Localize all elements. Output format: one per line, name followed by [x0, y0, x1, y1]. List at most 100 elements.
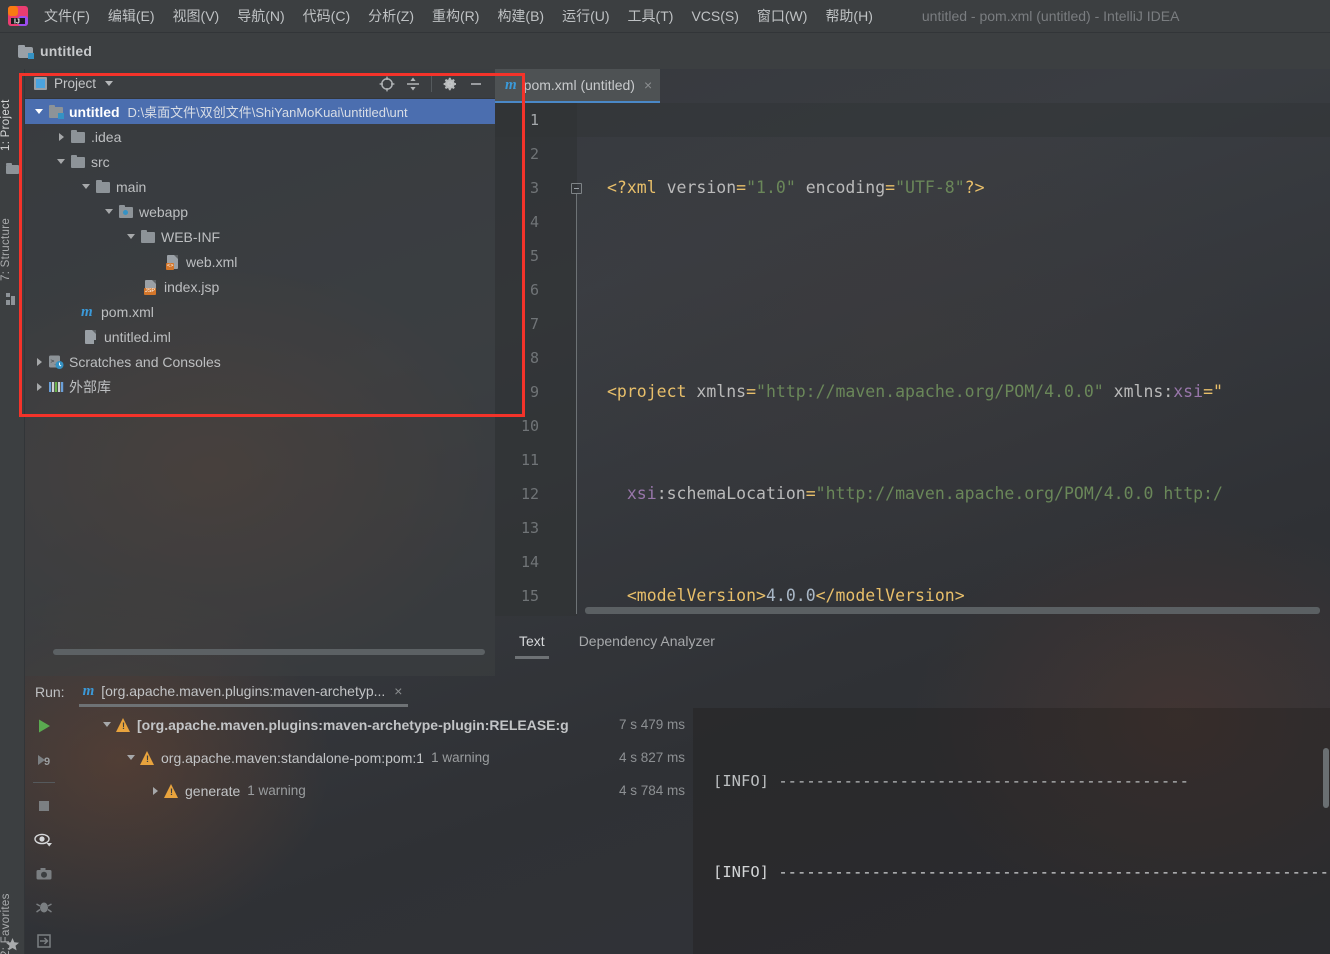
bug-icon[interactable] [31, 895, 57, 921]
console-line-partial: [INFO] ---------------------------------… [713, 775, 1330, 789]
chevron-down-icon[interactable] [105, 81, 113, 86]
project-panel-header: Project [25, 69, 495, 99]
breadcrumb[interactable]: untitled [40, 43, 92, 59]
collapse-all-icon[interactable] [400, 71, 426, 97]
tree-row-untitled[interactable]: untitled D:\桌面文件\双创文件\ShiYanMoKuai\untit… [25, 99, 495, 124]
toolbar-separator [431, 76, 432, 92]
editor-tab-bar: m pom.xml (untitled) × [495, 69, 1330, 103]
gear-icon[interactable] [437, 71, 463, 97]
menu-item-help[interactable]: 帮助(H) [816, 3, 881, 29]
chevron-down-icon[interactable] [125, 751, 138, 764]
menu-item-analyze[interactable]: 分析(Z) [359, 3, 423, 29]
run-tree-row-standalone-pom[interactable]: org.apache.maven:standalone-pom:pom:1 1 … [63, 741, 693, 774]
maven-file-icon: m [80, 304, 96, 320]
console-vertical-scrollbar[interactable] [1323, 748, 1329, 808]
folder-icon [70, 129, 86, 145]
menu-item-build[interactable]: 构建(B) [488, 3, 553, 29]
tree-row-src[interactable]: src [25, 149, 495, 174]
menu-item-edit[interactable]: 编辑(E) [99, 3, 164, 29]
tree-row-web-xml[interactable]: <> web.xml [25, 249, 495, 274]
menu-item-vcs[interactable]: VCS(S) [682, 5, 747, 27]
code-lines[interactable]: <?xml version="1.0" encoding="UTF-8"?> <… [577, 103, 1330, 616]
run-tree-warning-count: 1 warning [431, 750, 490, 765]
chevron-right-icon[interactable] [149, 784, 162, 797]
export-icon[interactable] [31, 928, 57, 954]
run-tab[interactable]: m [org.apache.maven.plugins:maven-archet… [79, 677, 409, 707]
line-number: 12 [499, 477, 539, 511]
tree-label: untitled [69, 104, 120, 120]
run-tree-duration: 4 s 784 ms [619, 783, 693, 798]
project-folder-icon [18, 45, 33, 58]
project-tab-icon [5, 161, 20, 176]
eye-filter-icon[interactable] [31, 827, 57, 853]
run-tab-label: [org.apache.maven.plugins:maven-archetyp… [101, 683, 385, 699]
chevron-right-icon[interactable] [33, 380, 46, 393]
chevron-down-icon[interactable] [80, 180, 93, 193]
tree-row-scratches[interactable]: >_ Scratches and Consoles [25, 349, 495, 374]
run-result-tree[interactable]: [org.apache.maven.plugins:maven-archetyp… [63, 708, 693, 954]
maven-file-icon: m [505, 77, 517, 93]
tab-text[interactable]: Text [513, 629, 551, 653]
line-number-gutter[interactable]: 1 2 3 4 5 6 7 8 9 10 11 12 13 14 15 [495, 103, 577, 616]
rerun-icon[interactable] [31, 713, 57, 739]
chevron-down-icon[interactable] [55, 155, 68, 168]
navigation-bar: untitled [0, 33, 1330, 69]
camera-icon[interactable] [31, 861, 57, 887]
stop-icon[interactable] [31, 793, 57, 819]
line-number: 4 [499, 205, 539, 239]
tree-label: main [116, 179, 146, 195]
menu-item-run[interactable]: 运行(U) [553, 3, 618, 29]
code-line-3: <project xmlns="http://maven.apache.org/… [577, 375, 1330, 409]
structure-tab-icon [5, 291, 20, 306]
chevron-down-icon[interactable] [103, 205, 116, 218]
warning-icon [140, 751, 155, 765]
tree-row-main[interactable]: main [25, 174, 495, 199]
editor-horizontal-scrollbar[interactable] [585, 607, 1320, 614]
sidebar-item-structure[interactable]: 7: Structure [0, 189, 25, 285]
maven-file-icon: m [83, 683, 95, 699]
editor-area: m pom.xml (untitled) × 1 2 3 4 5 6 7 8 9… [495, 69, 1330, 676]
tree-row-pom-xml[interactable]: m pom.xml [25, 299, 495, 324]
menu-item-window[interactable]: 窗口(W) [748, 3, 817, 29]
menu-item-refactor[interactable]: 重构(R) [423, 3, 488, 29]
tree-row-untitled-iml[interactable]: untitled.iml [25, 324, 495, 349]
chevron-down-icon[interactable] [125, 230, 138, 243]
project-horizontal-scrollbar[interactable] [53, 649, 485, 655]
run-tree-row-archetype-plugin[interactable]: [org.apache.maven.plugins:maven-archetyp… [63, 708, 693, 741]
menu-item-code[interactable]: 代码(C) [294, 3, 359, 29]
console-line: [INFO] ---------------------------------… [713, 856, 1330, 890]
tree-row-web-inf[interactable]: WEB-INF [25, 224, 495, 249]
tree-label: web.xml [186, 254, 237, 270]
sidebar-item-project[interactable]: 1: Project [0, 73, 25, 155]
menu-item-tools[interactable]: 工具(T) [619, 3, 683, 29]
run-tree-row-generate[interactable]: generate 1 warning 4 s 784 ms [63, 774, 693, 807]
project-tree[interactable]: untitled D:\桌面文件\双创文件\ShiYanMoKuai\untit… [25, 99, 495, 660]
tree-row-webapp[interactable]: webapp [25, 199, 495, 224]
run-tree-duration: 7 s 479 ms [619, 717, 693, 732]
console-output[interactable]: [INFO] ---------------------------------… [693, 708, 1330, 954]
chevron-down-icon[interactable] [33, 105, 46, 118]
menu-item-view[interactable]: 视图(V) [164, 3, 229, 29]
tree-row-index-jsp[interactable]: JSP index.jsp [25, 274, 495, 299]
close-icon[interactable]: × [394, 683, 402, 699]
chevron-down-icon[interactable] [101, 718, 114, 731]
tree-row-external-libraries[interactable]: 外部库 [25, 374, 495, 399]
line-number: 13 [499, 511, 539, 545]
code-area[interactable]: 1 2 3 4 5 6 7 8 9 10 11 12 13 14 15 <?xm… [495, 103, 1330, 616]
chevron-right-icon[interactable] [55, 130, 68, 143]
chevron-right-icon[interactable] [33, 355, 46, 368]
project-tool-window: Project [25, 69, 495, 676]
menu-item-navigate[interactable]: 导航(N) [228, 3, 293, 29]
svg-text:IJ: IJ [14, 19, 20, 26]
warning-icon [116, 718, 131, 732]
minimize-icon[interactable] [463, 71, 489, 97]
line-number: 3 [499, 171, 539, 205]
close-icon[interactable]: × [644, 77, 652, 93]
menu-item-file[interactable]: 文件(F) [35, 3, 99, 29]
debug-rerun-icon[interactable]: 9 [31, 747, 57, 773]
editor-tab-pom-xml[interactable]: m pom.xml (untitled) × [495, 69, 660, 103]
iml-file-icon [83, 329, 99, 345]
tree-row-idea[interactable]: .idea [25, 124, 495, 149]
locate-icon[interactable] [374, 71, 400, 97]
tab-dependency-analyzer[interactable]: Dependency Analyzer [573, 629, 721, 653]
